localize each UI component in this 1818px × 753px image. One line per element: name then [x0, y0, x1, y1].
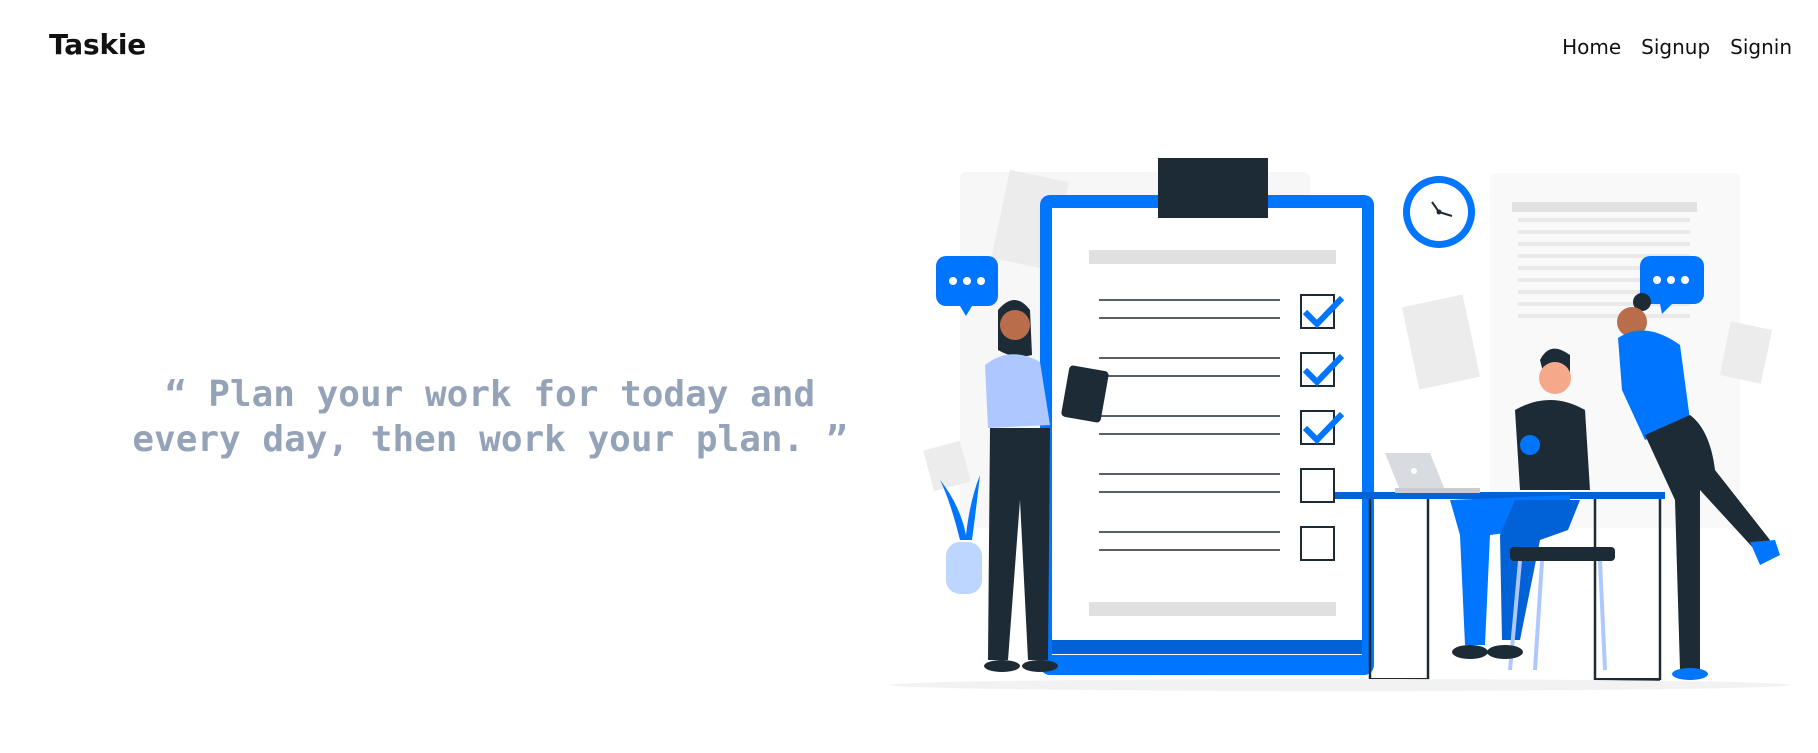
quote-open-mark: “: [164, 374, 187, 415]
quote-close-mark: ”: [825, 419, 848, 460]
quote-line-1: “ Plan your work for today and: [110, 372, 870, 417]
nav-links: Home Signup Signin: [1562, 35, 1792, 59]
nav-home-link[interactable]: Home: [1562, 35, 1621, 59]
floating-paper: [1401, 294, 1481, 390]
laptop-icon: [1385, 453, 1480, 493]
quote-text-line-2: every day, then work your plan.: [132, 419, 805, 460]
nav-signin-link[interactable]: Signin: [1730, 35, 1792, 59]
ground-shadow: [890, 679, 1790, 691]
brand-logo[interactable]: Taskie: [49, 28, 146, 61]
clock-icon: [1403, 176, 1475, 248]
quote-line-2: every day, then work your plan. ”: [110, 417, 870, 462]
hero-quote: “ Plan your work for today and every day…: [110, 372, 870, 462]
navbar: Taskie Home Signup Signin: [0, 0, 1818, 96]
nav-signup-link[interactable]: Signup: [1641, 35, 1710, 59]
task-checklist-illustration: [880, 140, 1800, 700]
illustration-svg: [890, 158, 1790, 691]
quote-text-line-1: Plan your work for today and: [208, 374, 816, 415]
